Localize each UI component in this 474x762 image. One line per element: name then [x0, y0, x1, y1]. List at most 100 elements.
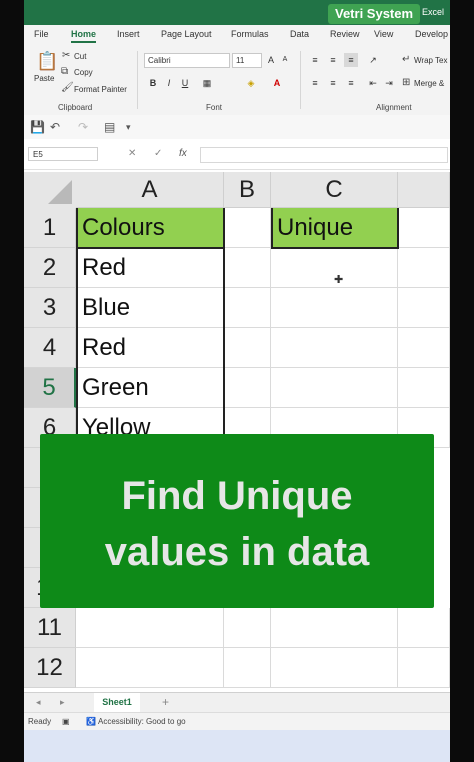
font-name-select[interactable]: Calibri: [144, 53, 230, 68]
increase-font-icon[interactable]: A: [264, 53, 278, 67]
merge-icon[interactable]: ⊞: [402, 77, 410, 89]
form-icon[interactable]: ▤: [104, 120, 115, 134]
wrap-text-icon[interactable]: ↵: [402, 54, 410, 66]
tab-insert[interactable]: Insert: [117, 29, 140, 39]
formula-input[interactable]: [200, 147, 448, 163]
cell-d5[interactable]: [398, 368, 450, 408]
cell-b1[interactable]: [224, 208, 271, 248]
decrease-indent-icon[interactable]: ⇤: [366, 76, 380, 90]
merge-button[interactable]: Merge &: [414, 79, 444, 88]
cell-c5[interactable]: [271, 368, 398, 408]
align-middle-icon[interactable]: ≡: [326, 53, 340, 67]
undo-icon[interactable]: ↶: [50, 120, 60, 134]
cell-b2[interactable]: [224, 248, 271, 288]
macro-record-icon[interactable]: ▣: [62, 717, 70, 726]
row-header[interactable]: 11: [24, 608, 76, 648]
align-center-icon[interactable]: ≡: [326, 76, 340, 90]
tab-home[interactable]: Home: [71, 29, 97, 43]
accessibility-icon[interactable]: ♿: [86, 717, 96, 726]
font-size-select[interactable]: 11: [232, 53, 262, 68]
customize-qat-icon[interactable]: ▾: [126, 122, 131, 133]
row-header[interactable]: 3: [24, 288, 76, 328]
confirm-icon[interactable]: ✓: [154, 148, 162, 159]
orientation-icon[interactable]: ↗: [366, 53, 380, 67]
table-border: [271, 247, 399, 249]
cell-a2[interactable]: Red: [76, 248, 224, 288]
cell-d12[interactable]: [398, 648, 450, 688]
tab-file[interactable]: File: [34, 29, 49, 39]
align-left-icon[interactable]: ≡: [308, 76, 322, 90]
borders-icon[interactable]: ▦: [200, 76, 214, 90]
cell-a4[interactable]: Red: [76, 328, 224, 368]
cell-b11[interactable]: [224, 608, 271, 648]
add-sheet-icon[interactable]: +: [162, 695, 169, 709]
insert-function-icon[interactable]: fx: [179, 148, 187, 159]
align-right-icon[interactable]: ≡: [344, 76, 358, 90]
format-painter-button[interactable]: Format Painter: [74, 85, 127, 94]
name-box[interactable]: E5: [28, 147, 98, 161]
cut-button[interactable]: Cut: [74, 52, 86, 61]
cell-b12[interactable]: [224, 648, 271, 688]
cell-c3[interactable]: [271, 288, 398, 328]
paste-icon[interactable]: 📋: [36, 51, 58, 71]
accessibility-status[interactable]: Accessibility: Good to go: [98, 717, 186, 726]
underline-button[interactable]: U: [178, 76, 192, 90]
save-icon[interactable]: 💾: [30, 120, 45, 134]
fill-color-icon[interactable]: ◈: [244, 76, 258, 90]
tab-review[interactable]: Review: [330, 29, 360, 39]
cell-a12[interactable]: [76, 648, 224, 688]
row-header[interactable]: 12: [24, 648, 76, 688]
column-header-a[interactable]: A: [76, 172, 224, 208]
tab-developer[interactable]: Develop: [415, 29, 448, 39]
row-header[interactable]: 1: [24, 208, 76, 248]
paste-label[interactable]: Paste: [34, 74, 54, 83]
cell-a11[interactable]: [76, 608, 224, 648]
increase-indent-icon[interactable]: ⇥: [382, 76, 396, 90]
cell-d3[interactable]: [398, 288, 450, 328]
row-header[interactable]: 4: [24, 328, 76, 368]
cell-c4[interactable]: [271, 328, 398, 368]
cell-d1[interactable]: [398, 208, 450, 248]
wrap-text-button[interactable]: Wrap Tex: [414, 56, 448, 65]
cut-icon[interactable]: ✂: [62, 50, 70, 62]
sheet-tab-sheet1[interactable]: Sheet1: [94, 693, 140, 714]
cell-d2[interactable]: [398, 248, 450, 288]
redo-icon[interactable]: ↷: [78, 120, 88, 134]
cell-c12[interactable]: [271, 648, 398, 688]
bold-button[interactable]: B: [146, 76, 160, 90]
cell-b5[interactable]: [224, 368, 271, 408]
prev-sheet-icon[interactable]: ◂: [36, 697, 41, 708]
italic-button[interactable]: I: [162, 76, 176, 90]
tab-formulas[interactable]: Formulas: [231, 29, 269, 39]
format-painter-icon[interactable]: 🖌: [61, 82, 74, 94]
align-top-icon[interactable]: ≡: [308, 53, 322, 67]
cancel-icon[interactable]: ✕: [128, 148, 136, 159]
cell-d11[interactable]: [398, 608, 450, 648]
decrease-font-icon[interactable]: A: [278, 53, 292, 67]
cell-a5[interactable]: Green: [76, 368, 224, 408]
cell-a1[interactable]: Colours: [76, 208, 224, 248]
tab-page-layout[interactable]: Page Layout: [161, 29, 212, 39]
status-ready: Ready: [28, 717, 52, 726]
tab-data[interactable]: Data: [290, 29, 309, 39]
cell-c11[interactable]: [271, 608, 398, 648]
align-bottom-icon[interactable]: ≡: [344, 53, 358, 67]
next-sheet-icon[interactable]: ▸: [60, 697, 65, 708]
cell-d4[interactable]: [398, 328, 450, 368]
cell-c1[interactable]: Unique: [271, 208, 398, 248]
column-header-b[interactable]: B: [224, 172, 271, 208]
table-border: [76, 208, 78, 448]
select-all-button[interactable]: [24, 172, 77, 209]
font-color-icon[interactable]: A: [270, 76, 284, 90]
cell-b3[interactable]: [224, 288, 271, 328]
row-header-selected[interactable]: 5: [24, 368, 76, 408]
row-header[interactable]: 2: [24, 248, 76, 288]
tab-view[interactable]: View: [374, 29, 393, 39]
copy-icon[interactable]: ⧉: [61, 66, 68, 78]
cell-b4[interactable]: [224, 328, 271, 368]
ribbon: 📋 Paste ✂ Cut ⧉ Copy 🖌 Format Painter Cl…: [24, 45, 450, 116]
cell-a3[interactable]: Blue: [76, 288, 224, 328]
column-header-d[interactable]: [398, 172, 450, 208]
column-header-c[interactable]: C: [271, 172, 398, 208]
copy-button[interactable]: Copy: [74, 68, 93, 77]
